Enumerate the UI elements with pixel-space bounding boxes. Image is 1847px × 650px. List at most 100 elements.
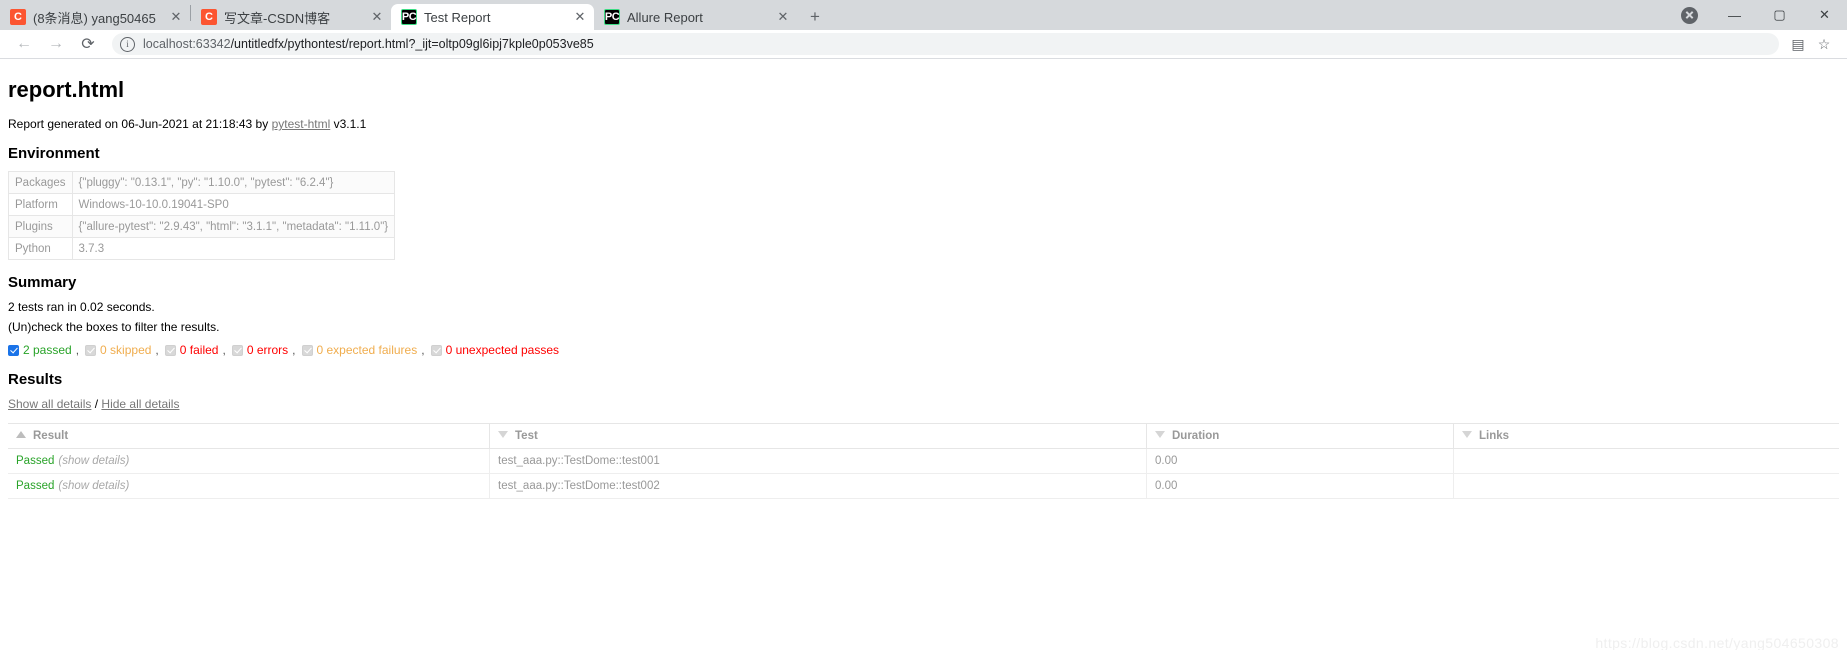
browser-tab-3-active[interactable]: PC Test Report ✕ (391, 4, 594, 30)
generated-date: 06-Jun-2021 (121, 117, 189, 131)
sort-ascending-icon (16, 431, 26, 439)
generated-at: at (188, 117, 206, 131)
close-tab-icon[interactable]: ✕ (369, 9, 385, 25)
show-details-toggle[interactable]: (show details) (58, 480, 129, 492)
checkbox-failed[interactable] (164, 344, 176, 356)
browser-tab-1[interactable]: C (8条消息) yang504650308的博 ✕ (0, 4, 190, 30)
column-header-links[interactable]: Links (1453, 423, 1839, 449)
extension-badge-icon[interactable] (1667, 0, 1712, 30)
env-value: {"pluggy": "0.13.1", "py": "1.10.0", "py… (71, 171, 396, 194)
summary-heading: Summary (8, 274, 77, 291)
filter-unexpected-passes[interactable]: 0 unexpected passes (430, 343, 559, 357)
filter-skipped-label: 0 skipped (100, 343, 152, 357)
duration-cell: 0.00 (1146, 448, 1454, 474)
close-tab-icon[interactable]: ✕ (775, 9, 791, 25)
filter-skipped[interactable]: 0 skipped (85, 343, 151, 357)
back-icon[interactable]: ← (10, 30, 38, 58)
checkbox-expected-failures[interactable] (301, 344, 313, 356)
result-status: Passed (16, 455, 55, 467)
close-tab-icon[interactable]: ✕ (572, 9, 588, 25)
close-tab-icon[interactable]: ✕ (168, 9, 184, 25)
reader-mode-icon[interactable]: ▤ (1785, 31, 1811, 57)
generated-by: by (252, 117, 272, 131)
browser-tab-label: Test Report (424, 9, 491, 25)
tab-strip: C (8条消息) yang504650308的博 ✕ C 写文章-CSDN博客 … (0, 0, 1847, 30)
site-info-icon[interactable]: i (120, 36, 135, 52)
results-header-row: Result Test Duration Links (8, 423, 1839, 449)
checkbox-errors[interactable] (231, 344, 243, 356)
result-cell: Passed (show details) (8, 473, 490, 499)
generated-prefix: Report generated on (8, 117, 122, 131)
pycharm-favicon-icon: PC (401, 9, 417, 25)
watermark: https://blog.csdn.net/yang504650308 (1595, 635, 1839, 650)
env-key: Plugins (8, 215, 73, 238)
filter-separator: , (222, 343, 226, 357)
checkbox-skipped[interactable] (85, 344, 97, 356)
show-all-details-link[interactable]: Show all details (8, 397, 91, 411)
checkbox-passed[interactable] (8, 344, 19, 356)
filter-separator: , (421, 343, 425, 357)
address-bar[interactable]: i localhost:63342/untitledfx/pythontest/… (112, 33, 1779, 55)
column-header-result[interactable]: Result (8, 423, 490, 449)
csdn-favicon-icon: C (201, 9, 217, 25)
detail-links-separator: / (94, 397, 99, 411)
filter-failed[interactable]: 0 failed (164, 343, 219, 357)
hide-all-details-link[interactable]: Hide all details (101, 397, 179, 411)
reload-icon[interactable]: ⟳ (74, 30, 102, 58)
bookmark-star-icon[interactable]: ☆ (1811, 31, 1837, 57)
filter-errors-label: 0 errors (246, 343, 289, 357)
browser-tab-label: 写文章-CSDN博客 (224, 10, 331, 26)
sort-descending-icon (1155, 431, 1165, 439)
summary-filter-hint: (Un)check the boxes to filter the result… (8, 320, 220, 334)
generated-line: Report generated on 06-Jun-2021 at 21:18… (8, 117, 1839, 131)
close-window-button[interactable]: ✕ (1802, 0, 1847, 30)
filter-separator: , (155, 343, 159, 357)
test-name-cell: test_aaa.py::TestDome::test002 (489, 473, 1147, 499)
summary-run-text: 2 tests ran in 0.02 seconds. (8, 300, 155, 314)
table-row: Packages {"pluggy": "0.13.1", "py": "1.1… (8, 171, 396, 194)
env-key: Platform (8, 193, 73, 216)
table-row: Passed (show details) test_aaa.py::TestDo… (8, 448, 1839, 474)
show-details-toggle[interactable]: (show details) (58, 455, 129, 467)
browser-tab-2[interactable]: C 写文章-CSDN博客 ✕ (191, 4, 391, 30)
browser-window: C (8条消息) yang504650308的博 ✕ C 写文章-CSDN博客 … (0, 0, 1847, 650)
new-tab-button[interactable]: + (801, 4, 829, 30)
browser-tab-4[interactable]: PC Allure Report ✕ (594, 4, 797, 30)
filter-unexpected-passes-label: 0 unexpected passes (445, 343, 559, 357)
column-header-links-label: Links (1479, 430, 1510, 442)
filter-failed-label: 0 failed (179, 343, 219, 357)
filter-separator: , (292, 343, 296, 357)
column-header-test-label: Test (515, 430, 538, 442)
duration-cell: 0.00 (1146, 473, 1454, 499)
table-row: Python 3.7.3 (8, 237, 396, 260)
column-header-duration[interactable]: Duration (1146, 423, 1454, 449)
url-path: /untitledfx/pythontest/report.html?_ijt=… (230, 37, 594, 51)
pytest-html-link[interactable]: pytest-html (272, 117, 331, 131)
results-table: Result Test Duration Links Passed (show d… (8, 423, 1839, 499)
sort-descending-icon (498, 431, 508, 439)
maximize-window-button[interactable]: ▢ (1757, 0, 1802, 30)
column-header-test[interactable]: Test (489, 423, 1147, 449)
links-cell (1453, 448, 1839, 474)
env-value: 3.7.3 (71, 237, 396, 260)
forward-icon[interactable]: → (42, 30, 70, 58)
filter-passed[interactable]: 2 passed (8, 343, 72, 357)
browser-toolbar: ← → ⟳ i localhost:63342/untitledfx/pytho… (0, 30, 1847, 59)
minimize-window-button[interactable]: — (1712, 0, 1757, 30)
pycharm-favicon-icon: PC (604, 9, 620, 25)
environment-heading: Environment (8, 145, 100, 162)
detail-toggle-links: Show all details / Hide all details (8, 397, 1839, 411)
filter-expected-failures[interactable]: 0 expected failures (301, 343, 417, 357)
filter-errors[interactable]: 0 errors (231, 343, 289, 357)
checkbox-unexpected-passes[interactable] (430, 344, 442, 356)
csdn-favicon-icon: C (10, 9, 26, 25)
env-value: {"allure-pytest": "2.9.43", "html": "3.1… (71, 215, 396, 238)
env-value: Windows-10-10.0.19041-SP0 (71, 193, 396, 216)
sort-descending-icon (1462, 431, 1472, 439)
url-host: localhost:63342 (143, 37, 231, 51)
filter-passed-label: 2 passed (23, 343, 72, 357)
column-header-duration-label: Duration (1172, 430, 1220, 442)
filter-separator: , (75, 343, 80, 357)
table-row: Plugins {"allure-pytest": "2.9.43", "htm… (8, 215, 396, 238)
browser-tab-label: (8条消息) yang504650308的博 (33, 10, 156, 26)
